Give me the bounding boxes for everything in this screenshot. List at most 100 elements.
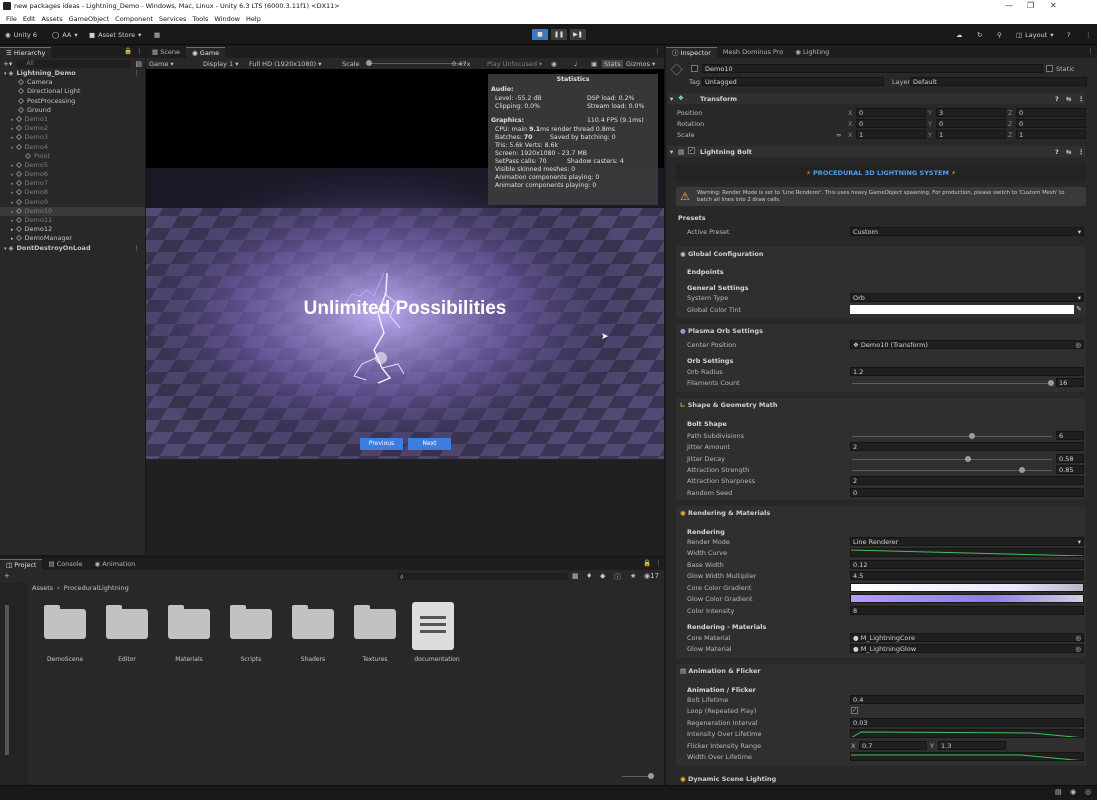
menu-tools[interactable]: Tools	[192, 15, 208, 23]
hierarchy-item[interactable]: Camera	[0, 78, 145, 87]
hierarchy-item[interactable]: ▸ DemoManager	[0, 234, 145, 243]
transform-position-z-field[interactable]: 0	[1016, 108, 1086, 117]
hierarchy-item[interactable]: Point	[0, 152, 145, 161]
cloud-icon[interactable]: ☁	[956, 29, 963, 40]
shape-row-field[interactable]: 2	[850, 476, 1084, 486]
maximize-icon[interactable]: ❐	[1027, 1, 1034, 10]
preset-icon[interactable]: ⇆	[1066, 95, 1071, 103]
help-icon[interactable]: ?	[1055, 148, 1059, 156]
icon-size-slider[interactable]	[622, 773, 654, 779]
play-button[interactable]: ■	[532, 29, 548, 40]
tab-lighting[interactable]: ◉ Lighting	[789, 47, 835, 58]
expand-arrow-icon[interactable]: ▸	[11, 200, 14, 206]
flicker-x-field[interactable]: 0.7	[859, 741, 927, 750]
core-gradient-field[interactable]	[850, 583, 1084, 592]
shape-row-slider[interactable]	[852, 455, 1052, 462]
star-icon[interactable]: ★	[630, 572, 636, 580]
hierarchy-item[interactable]: ▾ ◈ Lightning_Demo ⋮	[0, 69, 145, 78]
transform-scale-y-field[interactable]: 1	[936, 130, 1006, 139]
breadcrumb-procedural[interactable]: ProceduralLightning	[64, 584, 129, 592]
hierarchy-item[interactable]: ▸ Demo8	[0, 188, 145, 197]
expand-arrow-icon[interactable]: ▸	[11, 227, 14, 233]
expand-arrow-icon[interactable]: ▸	[11, 190, 14, 196]
scene-menu-icon[interactable]: ⋮	[134, 69, 141, 78]
menu-edit[interactable]: Edit	[23, 15, 36, 23]
expand-arrow-icon[interactable]: ▸	[11, 117, 14, 123]
loop-checkbox[interactable]: ✓	[851, 707, 858, 714]
lock-icon[interactable]: 🔒	[124, 47, 132, 55]
hierarchy-item[interactable]: ▾ ◈ DontDestroyOnLoad ⋮	[0, 244, 145, 253]
expand-arrow-icon[interactable]: ▸	[11, 126, 14, 132]
search-icon[interactable]: ⚲	[997, 29, 1002, 40]
transform-rotation-y-field[interactable]: 0	[936, 119, 1006, 128]
transform-rotation-x-field[interactable]: 0	[856, 119, 926, 128]
orb-radius-field[interactable]: 1.2	[850, 367, 1084, 376]
expand-arrow-icon[interactable]: ▸	[11, 181, 14, 187]
menu-window[interactable]: Window	[214, 15, 240, 23]
project-search-input[interactable]: ⚲	[398, 573, 568, 581]
hierarchy-item[interactable]: ▸ Demo9	[0, 198, 145, 207]
expand-arrow-icon[interactable]: ▸	[11, 145, 14, 151]
base-width-field[interactable]: 0.12	[850, 560, 1084, 569]
more-icon[interactable]: ⋮	[1085, 29, 1092, 40]
hierarchy-item[interactable]: ▸ Demo6	[0, 170, 145, 179]
game-mode-dropdown[interactable]: Game ▾	[149, 60, 174, 68]
filaments-slider[interactable]	[852, 380, 1054, 386]
slider-knob[interactable]	[965, 455, 971, 462]
expand-arrow-icon[interactable]: ▸	[11, 163, 14, 169]
component-menu-icon[interactable]: ⋮	[1078, 95, 1085, 103]
audio-icon[interactable]: ♩	[574, 60, 577, 68]
tree-scrollbar[interactable]	[5, 605, 9, 755]
close-window-icon[interactable]: ✕	[1050, 1, 1057, 10]
minimize-icon[interactable]: —	[1005, 1, 1013, 10]
enabled-checkbox[interactable]: ✓	[688, 147, 695, 154]
bolt-lifetime-field[interactable]: 0.4	[850, 695, 1084, 704]
tab-game[interactable]: ◉ Game	[186, 47, 226, 58]
expand-arrow-icon[interactable]: ▸	[11, 218, 14, 224]
shape-row-field[interactable]: 0.85	[1056, 464, 1084, 474]
folder-icon[interactable]	[168, 605, 210, 641]
link-icon[interactable]: ∞	[836, 131, 841, 139]
filter-icon[interactable]: ▤	[135, 60, 142, 68]
folder-icon[interactable]	[292, 605, 334, 641]
eyedropper-icon[interactable]: ✎	[1076, 305, 1082, 313]
center-position-field[interactable]: ❖ Demo10 (Transform) ◎	[850, 340, 1084, 349]
hierarchy-item[interactable]: ▸ Demo7	[0, 179, 145, 188]
stats-toggle[interactable]: Stats	[602, 59, 623, 68]
expand-arrow-icon[interactable]: ▸	[11, 236, 14, 242]
notification-icon[interactable]: ◎	[1085, 788, 1091, 796]
step-button[interactable]: ▶❚	[570, 29, 586, 40]
history-icon[interactable]: ↻	[977, 29, 982, 40]
layout-dropdown[interactable]: ◫ Layout ▾	[1016, 29, 1054, 40]
preset-icon[interactable]: ⇆	[1066, 148, 1071, 156]
tab-hierarchy[interactable]: ☰ Hierarchy	[0, 47, 52, 58]
hierarchy-item[interactable]: ▸ Demo12	[0, 225, 145, 234]
hierarchy-item[interactable]: Ground	[0, 106, 145, 115]
global-config-heading[interactable]: ◉ Global Configuration	[680, 250, 763, 258]
render-mode-dropdown[interactable]: Line Renderer ▾	[850, 537, 1084, 546]
folder-icon[interactable]	[354, 605, 396, 641]
shape-heading[interactable]: ∟ Shape & Geometry Math	[680, 401, 777, 409]
rendering-heading[interactable]: ◉ Rendering & Materials	[680, 509, 770, 517]
static-checkbox[interactable]	[1046, 65, 1053, 72]
hierarchy-item[interactable]: ▸ Demo10	[0, 206, 145, 216]
component-menu-icon[interactable]: ⋮	[1078, 148, 1085, 156]
menu-file[interactable]: File	[6, 15, 17, 23]
glow-gradient-field[interactable]	[850, 594, 1084, 603]
animation-heading[interactable]: ▤ Animation & Flicker	[680, 667, 761, 675]
menu-assets[interactable]: Assets	[41, 15, 62, 23]
folder-icon[interactable]	[230, 605, 272, 641]
hierarchy-item[interactable]: ▸ Demo5	[0, 161, 145, 170]
scene-menu-icon[interactable]: ⋮	[134, 244, 141, 253]
account-dropdown[interactable]: ◯ AA ▾	[52, 29, 78, 40]
lock-icon[interactable]: 🔒	[643, 559, 651, 567]
display-dropdown[interactable]: Display 1 ▾	[203, 60, 239, 68]
intensity-lifetime-curve[interactable]	[850, 729, 1084, 738]
tag-dropdown[interactable]: Untagged	[702, 77, 884, 86]
lightning-bolt-header[interactable]: ▾ ▤ ✓ Lightning Bolt ? ⇆ ⋮	[668, 146, 1085, 157]
panel-menu-icon[interactable]: ⋮	[1087, 47, 1094, 55]
info-icon[interactable]: ⓘ	[614, 572, 621, 582]
object-name-field[interactable]: Demo10	[702, 64, 1043, 73]
hierarchy-item[interactable]: ▸ Demo4	[0, 143, 145, 152]
menu-gameobject[interactable]: GameObject	[69, 15, 110, 23]
